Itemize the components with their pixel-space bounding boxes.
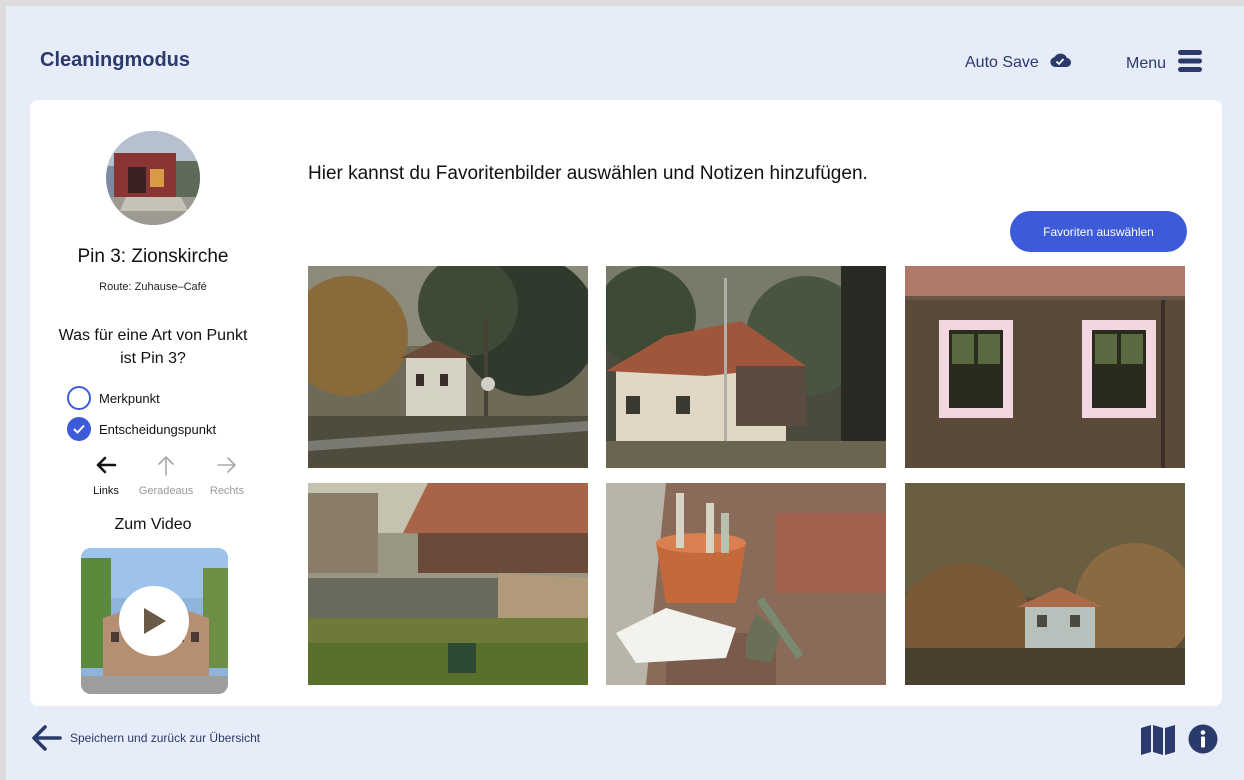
arrow-left-icon	[96, 456, 117, 474]
radio-checked[interactable]	[67, 417, 91, 441]
save-and-back-label: Speichern und zurück zur Übersicht	[70, 731, 261, 745]
direction-label: Links	[93, 485, 119, 497]
autosave-button[interactable]: Auto Save	[965, 52, 1071, 73]
point-type-question: Was für eine Art von Punkt ist Pin 3?	[58, 327, 248, 367]
pin-title: Pin 3: Zionskirche	[77, 246, 229, 267]
instruction-text: Hier kannst du Favoritenbilder auswählen…	[308, 163, 868, 184]
autosave-label: Auto Save	[965, 53, 1039, 71]
radio-unchecked[interactable]	[67, 386, 91, 410]
direction-left-button[interactable]: Links	[76, 454, 136, 497]
photo-5[interactable]	[606, 483, 886, 685]
direction-label: Rechts	[209, 485, 245, 497]
menu-button[interactable]: Menu	[1126, 50, 1203, 77]
direction-label: Geradeaus	[138, 485, 194, 497]
photo-6[interactable]	[905, 483, 1185, 685]
app-frame: Cleaningmodus Auto Save Menu Pin 3: Zion…	[6, 6, 1244, 780]
map-icon[interactable]	[1140, 725, 1176, 760]
arrow-right-icon	[217, 457, 236, 473]
save-and-back-button[interactable]: Speichern und zurück zur Übersicht	[30, 723, 260, 753]
video-thumbnail[interactable]	[81, 548, 228, 694]
arrow-up-icon	[158, 456, 174, 476]
photo-1[interactable]	[308, 266, 588, 468]
play-button[interactable]	[119, 586, 189, 656]
pin-sidebar: Pin 3: Zionskirche Route: Zuhause–Café W…	[30, 100, 276, 706]
direction-straight-button[interactable]: Geradeaus	[136, 454, 196, 497]
checkmark-icon	[73, 424, 85, 434]
route-label: Route: Zuhause–Café	[99, 281, 207, 293]
cloud-check-icon	[1049, 52, 1071, 73]
info-icon[interactable]	[1188, 724, 1218, 759]
radio-label: Merkpunkt	[99, 390, 160, 406]
arrow-left-icon	[32, 725, 62, 751]
radio-option-entscheidungspunkt[interactable]: Entscheidungspunkt	[67, 417, 216, 441]
content-card: Pin 3: Zionskirche Route: Zuhause–Café W…	[30, 100, 1222, 706]
page-title: Cleaningmodus	[40, 49, 191, 71]
photo-4[interactable]	[308, 483, 588, 685]
photo-3[interactable]	[905, 266, 1185, 468]
menu-label: Menu	[1126, 54, 1167, 72]
radio-label: Entscheidungspunkt	[99, 421, 217, 437]
photo-2[interactable]	[606, 266, 886, 468]
radio-option-merkpunkt[interactable]: Merkpunkt	[67, 386, 160, 410]
hamburger-icon	[1178, 50, 1203, 77]
select-favorites-button[interactable]: Favoriten auswählen	[1010, 211, 1187, 252]
direction-right-button[interactable]: Rechts	[197, 454, 257, 497]
video-title: Zum Video	[114, 516, 192, 533]
pin-avatar	[106, 131, 200, 225]
play-icon	[144, 608, 166, 634]
